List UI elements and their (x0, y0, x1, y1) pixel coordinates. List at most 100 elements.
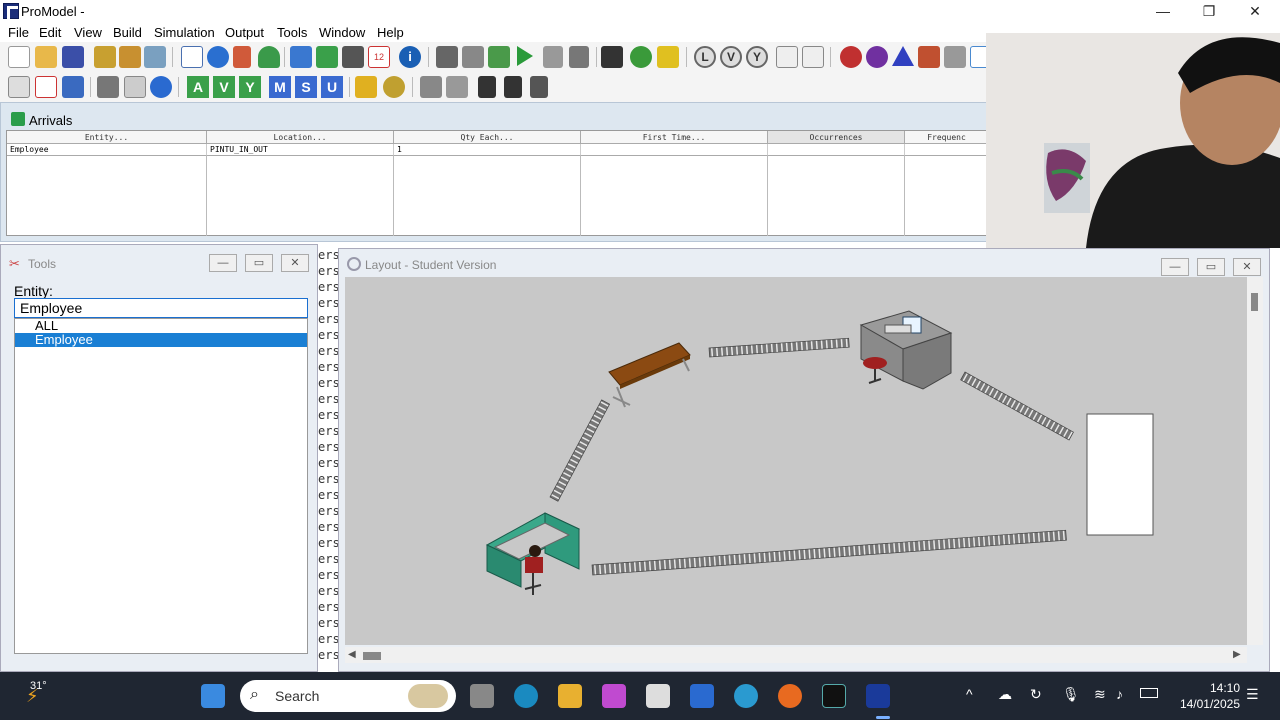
variable-circle-icon[interactable]: V (720, 46, 742, 68)
menu-help[interactable]: Help (377, 25, 404, 40)
chevron-up-icon[interactable]: ^ (966, 686, 973, 702)
info-icon[interactable]: i (399, 46, 421, 68)
close-button[interactable]: ✕ (1232, 0, 1278, 22)
sphere-icon[interactable] (866, 46, 888, 68)
cell-frequency[interactable] (905, 144, 989, 156)
vertical-scrollbar[interactable] (1247, 277, 1263, 645)
myhp-icon[interactable] (690, 684, 714, 708)
cell-first-time[interactable] (581, 144, 768, 156)
edit-table-icon[interactable] (35, 76, 57, 98)
taskbar-search[interactable]: ⌕ Search (240, 680, 456, 712)
shifts-icon[interactable] (342, 46, 364, 68)
menu-build[interactable]: Build (113, 25, 142, 40)
a-button[interactable]: A (187, 76, 209, 98)
menu-output[interactable]: Output (225, 25, 264, 40)
bench-location[interactable] (608, 342, 691, 408)
notification-icon[interactable]: ☰ (1246, 686, 1259, 703)
clock[interactable]: 14:10 14/01/2025 (1170, 680, 1240, 712)
col-first-time[interactable]: First Time... (581, 131, 768, 144)
tools-restore-button[interactable]: ▭ (245, 254, 273, 272)
arrow-right-icon[interactable] (62, 76, 84, 98)
hand-icon[interactable] (420, 76, 442, 98)
run-model-icon[interactable] (488, 46, 510, 68)
store-icon[interactable] (646, 684, 670, 708)
scroll-left-icon[interactable]: ◀ (348, 649, 356, 660)
tools-minimize-button[interactable]: — (209, 254, 237, 272)
tools-close-button[interactable]: ✕ (281, 254, 309, 272)
file-explorer-icon[interactable] (558, 684, 582, 708)
m-button[interactable]: M (269, 76, 291, 98)
flag-icon[interactable] (657, 46, 679, 68)
package-icon[interactable] (94, 46, 116, 68)
path-networks-icon[interactable] (233, 46, 251, 68)
locations-icon[interactable] (181, 46, 203, 68)
model-icon[interactable] (462, 46, 484, 68)
menu-window[interactable]: Window (319, 25, 365, 40)
workstation-location[interactable] (485, 512, 581, 595)
tools-icon[interactable] (918, 46, 940, 68)
menu-file[interactable]: File (8, 25, 29, 40)
copilot-icon[interactable] (602, 684, 626, 708)
menu-simulation[interactable]: Simulation (154, 25, 215, 40)
col-occurrences[interactable]: Occurrences (768, 131, 905, 144)
maximize-button[interactable]: ❐ (1186, 0, 1232, 22)
wifi-icon[interactable]: ≋ (1094, 686, 1106, 703)
cell-qty-each[interactable]: 1 (394, 144, 581, 156)
magnifier-icon[interactable] (150, 76, 172, 98)
edge-browser-icon[interactable] (514, 684, 538, 708)
location-circle-icon[interactable]: L (694, 46, 716, 68)
shapes-icon[interactable] (383, 76, 405, 98)
help-icon[interactable] (734, 684, 758, 708)
entity-select[interactable]: Employee (14, 298, 308, 318)
office-desk-location[interactable] (859, 310, 953, 390)
col-location[interactable]: Location... (207, 131, 394, 144)
processing-icon[interactable] (290, 46, 312, 68)
s-button[interactable]: S (295, 76, 317, 98)
cloud-icon[interactable]: ☁ (998, 686, 1012, 703)
grid-icon[interactable] (8, 76, 30, 98)
layout-close-button[interactable]: ✕ (1233, 258, 1261, 276)
terminal-icon[interactable] (822, 684, 846, 708)
lifebuoy-icon[interactable] (840, 46, 862, 68)
pin-icon[interactable] (530, 76, 548, 98)
path-segment-2[interactable] (708, 337, 850, 358)
entities-icon[interactable] (207, 46, 229, 68)
y-button[interactable]: Y (239, 76, 261, 98)
y-circle-icon[interactable]: Y (746, 46, 768, 68)
col-qty-each[interactable]: Qty Each... (394, 131, 581, 144)
sync-icon[interactable]: ↻ (1030, 686, 1042, 703)
layout-minimize-button[interactable]: — (1161, 258, 1189, 276)
speaker-icon[interactable]: ♪ (1116, 686, 1123, 702)
firefox-icon[interactable] (778, 684, 802, 708)
zoom-window-icon[interactable] (124, 76, 146, 98)
promodel-taskbar-icon[interactable] (866, 684, 890, 708)
options-icon[interactable] (436, 46, 458, 68)
layers-icon[interactable] (446, 76, 468, 98)
back-icon[interactable] (478, 76, 496, 98)
menu-view[interactable]: View (74, 25, 102, 40)
layout-canvas[interactable] (345, 277, 1247, 645)
stop-icon[interactable] (569, 46, 589, 68)
chart2-icon[interactable] (802, 46, 824, 68)
save-icon[interactable] (62, 46, 84, 68)
v-button[interactable]: V (213, 76, 235, 98)
col-entity[interactable]: Entity... (7, 131, 207, 144)
menu-tools[interactable]: Tools (277, 25, 307, 40)
weather-temp[interactable]: 31° (30, 680, 47, 692)
globe-icon[interactable] (630, 46, 652, 68)
microphone-icon[interactable]: 🎙 (1062, 686, 1080, 703)
pause-icon[interactable] (543, 46, 563, 68)
open-folder-icon[interactable] (35, 46, 57, 68)
windows-start-icon[interactable] (201, 684, 225, 708)
horizontal-scroll-thumb[interactable] (363, 652, 381, 660)
new-file-icon[interactable] (8, 46, 30, 68)
vertical-scroll-thumb[interactable] (1251, 293, 1258, 311)
merge-icon[interactable] (144, 46, 166, 68)
path-segment-3[interactable] (960, 371, 1074, 441)
package-open-icon[interactable] (119, 46, 141, 68)
play-icon[interactable] (517, 46, 533, 66)
arrivals-icon[interactable] (316, 46, 338, 68)
chart-icon[interactable] (776, 46, 798, 68)
resources-icon[interactable] (258, 46, 280, 68)
calendar-icon[interactable]: 12 (368, 46, 390, 68)
